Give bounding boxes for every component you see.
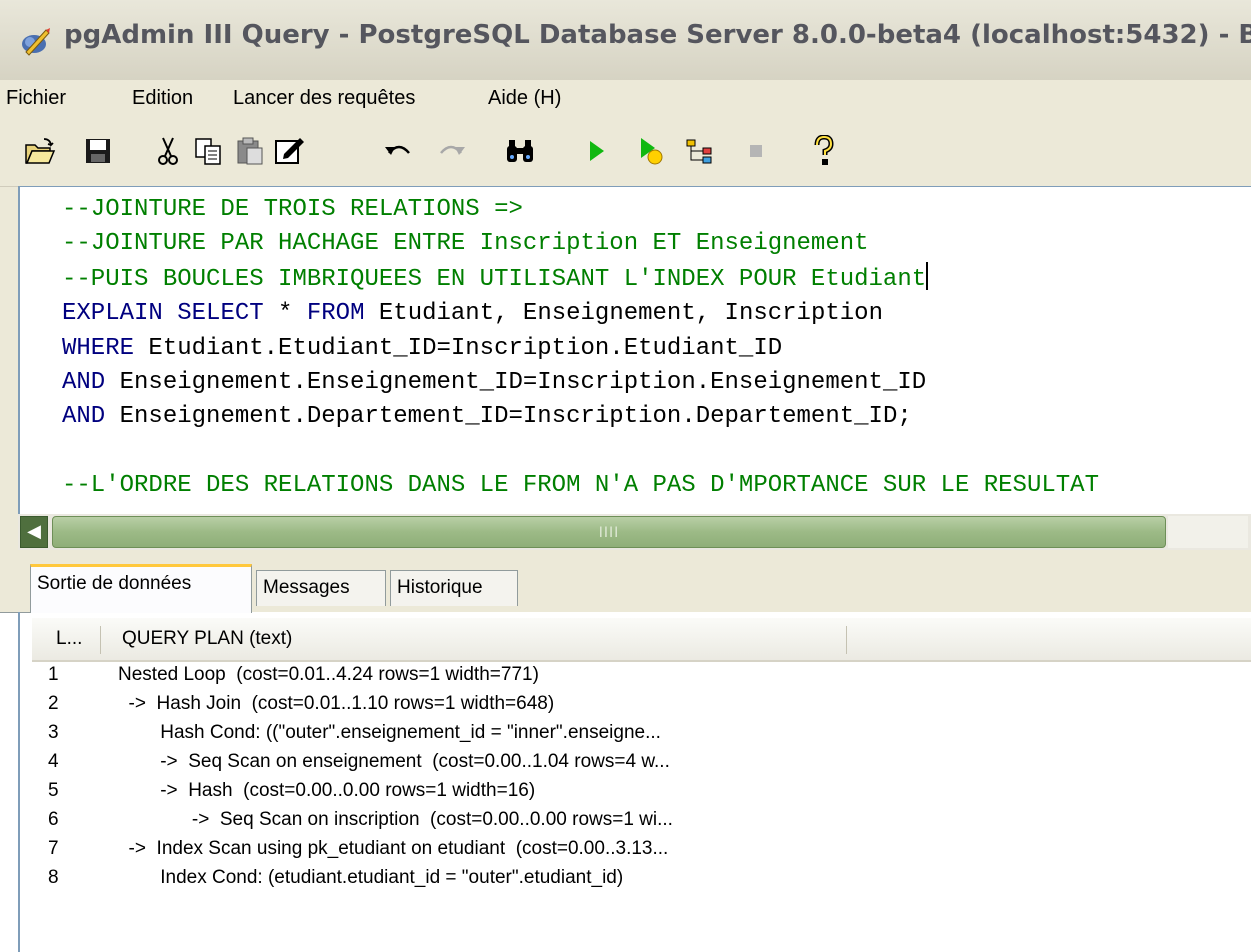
tab-sortie-de-donnees[interactable]: Sortie de données: [30, 564, 252, 613]
elephant-pencil-icon: [22, 28, 50, 56]
row-number: 6: [48, 809, 59, 830]
scrollbar-thumb[interactable]: IIII: [52, 516, 1166, 548]
grid-header: L... QUERY PLAN (text): [32, 618, 1251, 662]
scrollbar-track[interactable]: [1168, 516, 1248, 548]
table-row[interactable]: 6 -> Seq Scan on inscription (cost=0.00.…: [32, 809, 1251, 838]
sql-keyword: FROM: [306, 300, 365, 328]
redo-icon[interactable]: [434, 134, 470, 168]
code-line: WHERE Etudiant.Etudiant_ID=Inscription.E…: [62, 335, 782, 362]
stop-icon[interactable]: [738, 134, 774, 168]
panel-left-border: [18, 612, 20, 952]
row-number: 7: [48, 838, 59, 859]
menu-edition[interactable]: Edition: [132, 80, 193, 116]
row-text: -> Index Scan using pk_etudiant on etudi…: [118, 838, 669, 859]
table-row[interactable]: 3 Hash Cond: (("outer".enseignement_id =…: [32, 722, 1251, 751]
code-line: --PUIS BOUCLES IMBRIQUEES EN UTILISANT L…: [62, 265, 927, 293]
row-number: 1: [48, 664, 59, 685]
find-icon[interactable]: [502, 134, 538, 168]
row-number: 8: [48, 867, 59, 888]
sql-keyword: SELECT: [177, 300, 264, 328]
table-row[interactable]: 5 -> Hash (cost=0.00..0.00 rows=1 width=…: [32, 780, 1251, 809]
row-text: Index Cond: (etudiant.etudiant_id = "out…: [118, 867, 624, 888]
title-bar[interactable]: pgAdmin III Query - PostgreSQL Database …: [0, 0, 1251, 81]
table-row[interactable]: 7 -> Index Scan using pk_etudiant on etu…: [32, 838, 1251, 867]
sql-editor[interactable]: --JOINTURE DE TROIS RELATIONS => --JOINT…: [18, 186, 1251, 515]
column-header-line[interactable]: L...: [56, 618, 82, 660]
toolbar: [0, 116, 1251, 187]
row-number: 3: [48, 722, 59, 743]
code-line: AND Enseignement.Enseignement_ID=Inscrip…: [62, 369, 926, 396]
row-text: Hash Cond: (("outer".enseignement_id = "…: [118, 722, 661, 743]
editor-horizontal-scrollbar[interactable]: ◀ IIII: [18, 514, 1251, 550]
sql-text: Enseignement.Departement_ID=Inscription.…: [105, 403, 912, 431]
menu-bar: Fichier Edition Lancer des requêtes Aide…: [0, 80, 1251, 116]
save-icon[interactable]: [80, 134, 116, 168]
sql-keyword: EXPLAIN: [62, 300, 163, 328]
row-text: -> Hash (cost=0.00..0.00 rows=1 width=16…: [118, 780, 536, 801]
cut-icon[interactable]: [150, 134, 186, 168]
sql-code[interactable]: --JOINTURE DE TROIS RELATIONS => --JOINT…: [62, 193, 1099, 504]
sql-keyword: AND: [62, 369, 106, 397]
help-icon[interactable]: [806, 134, 842, 168]
tab-historique[interactable]: Historique: [390, 570, 518, 606]
code-line: --L'ORDRE DES RELATIONS DANS LE FROM N'A…: [62, 472, 1099, 500]
scroll-left-button[interactable]: ◀: [20, 516, 48, 548]
row-text: -> Hash Join (cost=0.01..1.10 rows=1 wid…: [118, 693, 555, 714]
copy-icon[interactable]: [190, 134, 226, 168]
row-number: 4: [48, 751, 59, 772]
code-line: EXPLAIN SELECT * FROM Etudiant, Enseigne…: [62, 300, 883, 327]
sql-text: *: [263, 300, 307, 328]
table-row[interactable]: 4 -> Seq Scan on enseignement (cost=0.00…: [32, 751, 1251, 780]
sql-text: Etudiant.Etudiant_ID=Inscription.Etudian…: [134, 334, 783, 362]
row-text: -> Seq Scan on inscription (cost=0.00..0…: [118, 809, 673, 830]
menu-lancer-requetes[interactable]: Lancer des requêtes: [233, 80, 415, 116]
edit-icon[interactable]: [272, 134, 308, 168]
sql-text: Enseignement.Enseignement_ID=Inscription…: [105, 369, 927, 397]
sql-keyword: AND: [62, 403, 106, 431]
explain-icon[interactable]: [634, 134, 670, 168]
code-line: AND Enseignement.Departement_ID=Inscript…: [62, 403, 912, 430]
table-row[interactable]: 8 Index Cond: (etudiant.etudiant_id = "o…: [32, 867, 1251, 896]
column-divider[interactable]: [100, 626, 101, 654]
row-number: 2: [48, 693, 59, 714]
paste-icon[interactable]: [232, 134, 268, 168]
menu-fichier[interactable]: Fichier: [6, 80, 66, 116]
sql-keyword: WHERE: [62, 334, 135, 362]
row-number: 5: [48, 780, 59, 801]
sql-text: Etudiant, Enseignement, Inscription: [364, 300, 883, 328]
output-tabs: Sortie de données Messages Historique: [0, 552, 1251, 613]
code-line: --JOINTURE DE TROIS RELATIONS =>: [62, 196, 523, 223]
scrollbar-grip: IIII: [598, 525, 620, 541]
code-line: --JOINTURE PAR HACHAGE ENTRE Inscription…: [62, 230, 869, 258]
text-caret: [926, 261, 929, 290]
row-text: -> Seq Scan on enseignement (cost=0.00..…: [118, 751, 670, 772]
menu-aide[interactable]: Aide (H): [488, 80, 561, 116]
window-title: pgAdmin III Query - PostgreSQL Database …: [64, 20, 1251, 50]
column-header-query-plan[interactable]: QUERY PLAN (text): [122, 618, 292, 660]
table-row[interactable]: 2 -> Hash Join (cost=0.01..1.10 rows=1 w…: [32, 693, 1251, 722]
explain-tree-icon[interactable]: [682, 134, 718, 168]
row-text: Nested Loop (cost=0.01..4.24 rows=1 widt…: [118, 664, 539, 685]
execute-icon[interactable]: [578, 134, 614, 168]
tab-messages[interactable]: Messages: [256, 570, 386, 606]
output-panel: Sortie de données Messages Historique L.…: [0, 552, 1251, 952]
table-row[interactable]: 1 Nested Loop (cost=0.01..4.24 rows=1 wid…: [32, 664, 1251, 693]
results-grid: L... QUERY PLAN (text) 1 Nested Loop (cos…: [32, 612, 1251, 952]
column-divider[interactable]: [846, 626, 847, 654]
undo-icon[interactable]: [380, 134, 416, 168]
open-folder-icon[interactable]: [22, 134, 58, 168]
